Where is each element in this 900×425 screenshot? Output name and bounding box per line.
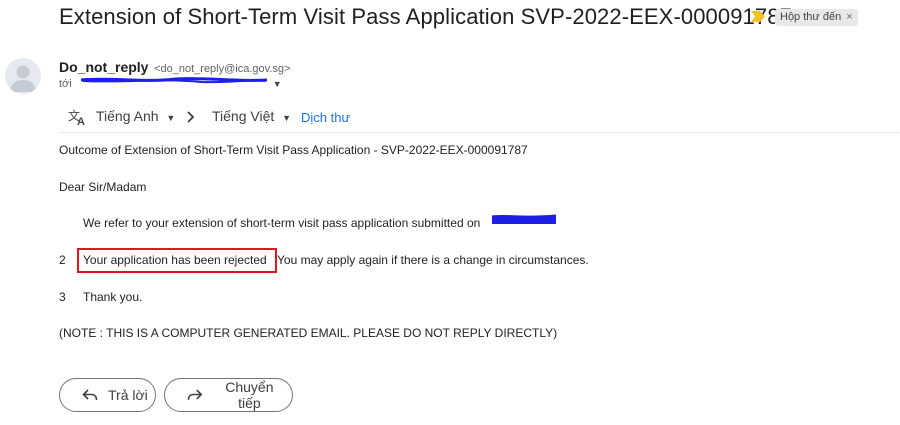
body-salutation: Dear Sir/Madam	[59, 180, 147, 194]
paragraph-3-number: 3	[59, 290, 66, 304]
default-person-icon	[10, 65, 36, 92]
reply-button-label: Trả lời	[108, 387, 148, 403]
recipient-redaction	[81, 77, 267, 84]
body-paragraph-2-rest: You may apply again if there is a change…	[277, 253, 589, 267]
forward-button-label: Chuyển tiếp	[225, 379, 274, 411]
source-language-label: Tiếng Anh	[96, 108, 159, 124]
recipient-prefix: tới	[59, 78, 72, 90]
important-marker-icon[interactable]	[751, 11, 765, 22]
sender-avatar[interactable]	[5, 58, 41, 94]
body-paragraph-1: We refer to your extension of short-term…	[83, 216, 481, 230]
recipient-details-dropdown-icon[interactable]: ▼	[273, 79, 282, 89]
svg-text:A: A	[77, 116, 85, 126]
sender-line: Do_not_reply <do_not_reply@ica.gov.sg>	[59, 59, 290, 75]
reply-button[interactable]: Trả lời	[59, 378, 156, 412]
paragraph-2-number: 2	[59, 253, 66, 267]
inbox-label-text: Hộp thư đến	[780, 11, 842, 23]
source-language-select[interactable]: Tiếng Anh ▼	[96, 108, 175, 124]
submission-date-redaction	[492, 214, 556, 224]
translate-bar: 文 A Tiếng Anh ▼ Tiếng Việt ▼ Dịch thư	[59, 102, 899, 133]
sender-email: <do_not_reply@ica.gov.sg>	[154, 63, 291, 75]
body-note: (NOTE : THIS IS A COMPUTER GENERATED EMA…	[59, 326, 558, 340]
remove-label-button[interactable]: ×	[846, 11, 852, 23]
target-language-label: Tiếng Việt	[212, 108, 275, 124]
body-heading: Outcome of Extension of Short-Term Visit…	[59, 143, 528, 157]
email-subject: Extension of Short-Term Visit Pass Appli…	[59, 4, 792, 29]
translate-message-link[interactable]: Dịch thư	[301, 110, 350, 125]
rejection-highlight-box	[77, 248, 277, 273]
chevron-right-icon	[187, 111, 195, 123]
forward-icon	[187, 389, 203, 400]
target-language-select[interactable]: Tiếng Việt ▼	[212, 108, 291, 124]
forward-button[interactable]: Chuyển tiếp	[164, 378, 293, 412]
target-language-dropdown-icon: ▼	[282, 113, 292, 123]
source-language-dropdown-icon: ▼	[166, 113, 176, 123]
sender-name[interactable]: Do_not_reply	[59, 59, 148, 75]
body-paragraph-3: Thank you.	[83, 290, 143, 304]
reply-icon	[82, 389, 98, 401]
inbox-label-chip: Hộp thư đến ×	[775, 9, 858, 26]
translate-icon: 文 A	[68, 108, 85, 126]
